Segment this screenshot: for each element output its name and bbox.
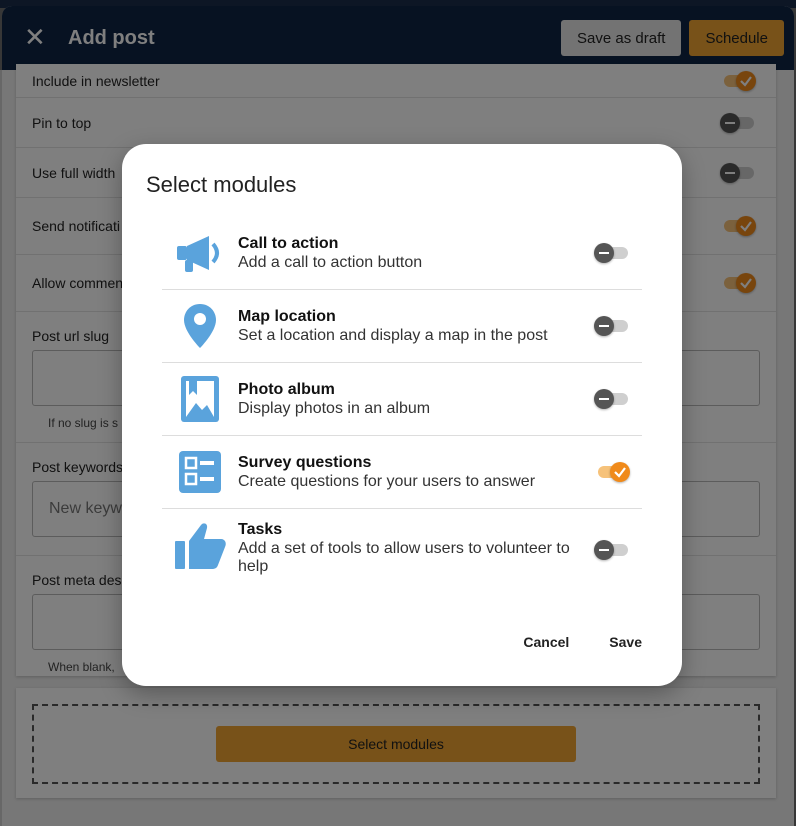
photo-album-icon: [162, 375, 238, 423]
module-title: Survey questions: [238, 453, 372, 471]
dialog-actions: Cancel Save: [523, 634, 642, 650]
survey-questions-toggle[interactable]: [594, 461, 630, 483]
module-map-location: Map location Set a location and display …: [162, 290, 642, 363]
map-pin-icon: [162, 302, 238, 350]
module-survey-questions: Survey questions Create questions for yo…: [162, 436, 642, 509]
select-modules-dialog: Select modules Call to action Add a call…: [122, 144, 682, 686]
module-title: Tasks: [238, 521, 283, 538]
cancel-button[interactable]: Cancel: [523, 634, 569, 650]
dialog-title: Select modules: [146, 172, 297, 197]
module-description: Add a set of tools to allow users to vol…: [238, 540, 570, 575]
thumbs-up-icon: [162, 521, 238, 571]
module-description: Display photos in an album: [238, 399, 431, 417]
module-list: Call to action Add a call to action butt…: [162, 217, 642, 599]
module-title: Map location: [238, 307, 336, 325]
module-tasks: Tasks Add a set of tools to allow users …: [162, 509, 642, 599]
module-title: Call to action: [238, 234, 339, 252]
call-to-action-toggle[interactable]: [594, 242, 630, 264]
survey-icon: [162, 450, 238, 494]
megaphone-icon: [162, 232, 238, 274]
save-button[interactable]: Save: [609, 634, 642, 650]
map-location-toggle[interactable]: [594, 315, 630, 337]
module-description: Set a location and display a map in the …: [238, 326, 548, 344]
tasks-toggle[interactable]: [594, 539, 630, 561]
module-title: Photo album: [238, 380, 335, 398]
module-description: Add a call to action button: [238, 253, 423, 271]
module-call-to-action: Call to action Add a call to action butt…: [162, 217, 642, 290]
photo-album-toggle[interactable]: [594, 388, 630, 410]
module-photo-album: Photo album Display photos in an album: [162, 363, 642, 436]
module-description: Create questions for your users to answe…: [238, 472, 536, 490]
